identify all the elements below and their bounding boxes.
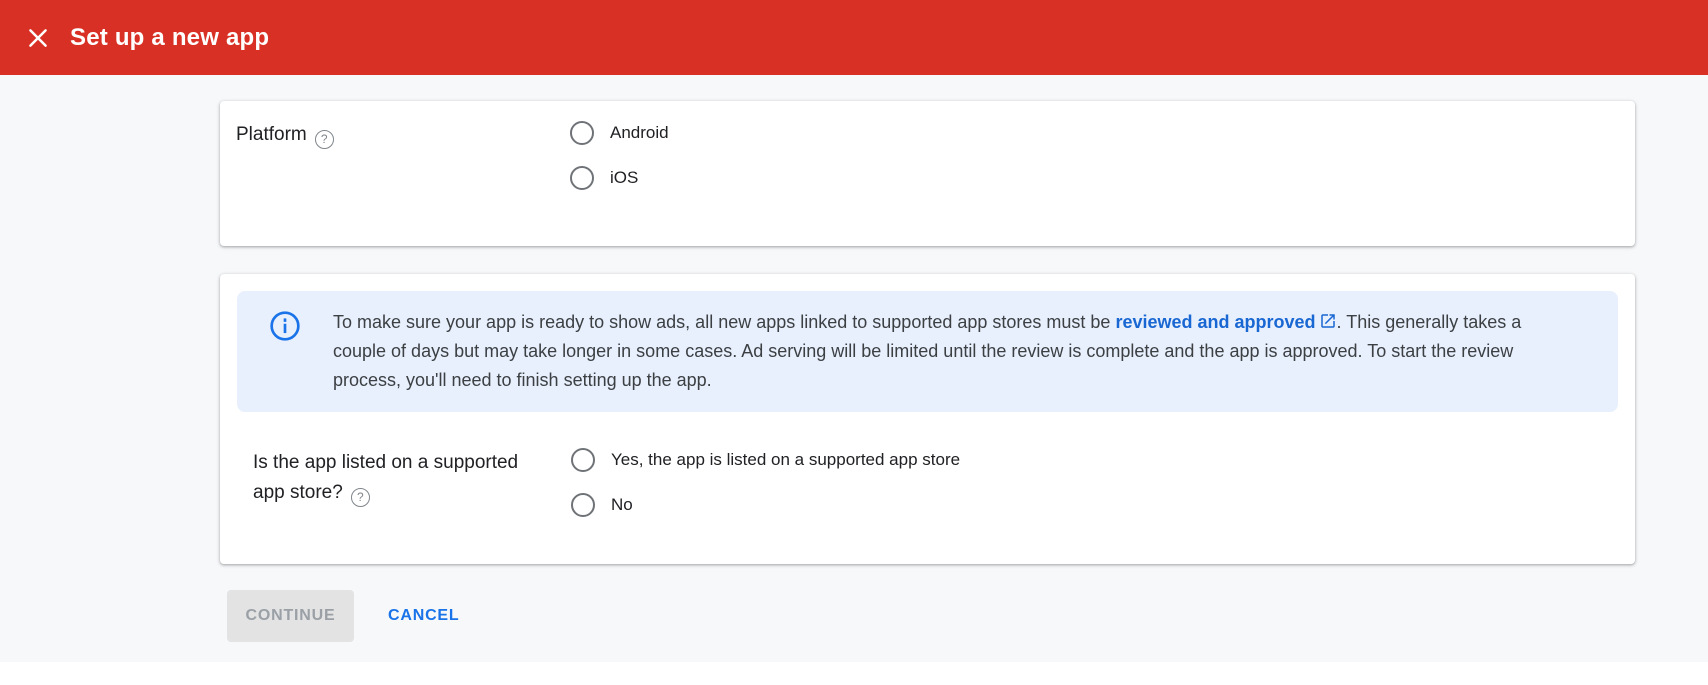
radio-option-android[interactable]: Android xyxy=(570,121,1619,145)
page-title: Set up a new app xyxy=(70,23,270,51)
platform-help-icon[interactable]: ? xyxy=(314,129,334,149)
actions-row: CONTINUE CANCEL xyxy=(227,590,1708,642)
platform-label: Platform xyxy=(236,124,307,145)
notice-icon-col xyxy=(237,308,333,395)
main-content: Platform? Android iOS To make sure your … xyxy=(220,101,1635,564)
radio-label: iOS xyxy=(610,168,639,187)
radio-button-icon[interactable] xyxy=(571,448,595,472)
close-icon[interactable] xyxy=(14,14,62,62)
radio-label: Android xyxy=(610,123,669,142)
dialog-header: Set up a new app xyxy=(0,0,1708,75)
radio-option-ios[interactable]: iOS xyxy=(570,166,1619,190)
radio-label: No xyxy=(611,495,633,514)
cancel-button[interactable]: CANCEL xyxy=(380,597,467,635)
radio-option-yes-listed[interactable]: Yes, the app is listed on a supported ap… xyxy=(571,448,1618,472)
app-store-card: To make sure your app is ready to show a… xyxy=(220,274,1635,564)
notice-text: To make sure your app is ready to show a… xyxy=(333,308,1618,395)
close-x-glyph xyxy=(29,28,47,47)
radio-button-icon[interactable] xyxy=(571,493,595,517)
radio-button-icon[interactable] xyxy=(570,166,594,190)
store-question-options: Yes, the app is listed on a supported ap… xyxy=(571,448,1618,538)
store-question-label-col: Is the app listed on a supported app sto… xyxy=(253,448,571,538)
store-question-row: Is the app listed on a supported app sto… xyxy=(237,448,1618,538)
continue-button[interactable]: CONTINUE xyxy=(227,590,354,642)
bottom-strip xyxy=(0,662,1708,685)
radio-button-icon[interactable] xyxy=(570,121,594,145)
platform-label-col: Platform? xyxy=(236,121,570,226)
store-question-label: Is the app listed on a supported app sto… xyxy=(253,452,519,503)
radio-label: Yes, the app is listed on a supported ap… xyxy=(611,450,961,469)
radio-option-no[interactable]: No xyxy=(571,493,1618,517)
info-icon xyxy=(270,311,300,341)
store-question-help-icon[interactable]: ? xyxy=(350,487,370,507)
platform-card: Platform? Android iOS xyxy=(220,101,1635,246)
external-link-icon xyxy=(1320,314,1335,328)
reviewed-approved-link[interactable]: reviewed and approved xyxy=(1115,312,1315,332)
notice-text-before-link: To make sure your app is ready to show a… xyxy=(333,312,1116,332)
review-notice-banner: To make sure your app is ready to show a… xyxy=(237,291,1618,412)
platform-options: Android iOS xyxy=(570,121,1619,226)
